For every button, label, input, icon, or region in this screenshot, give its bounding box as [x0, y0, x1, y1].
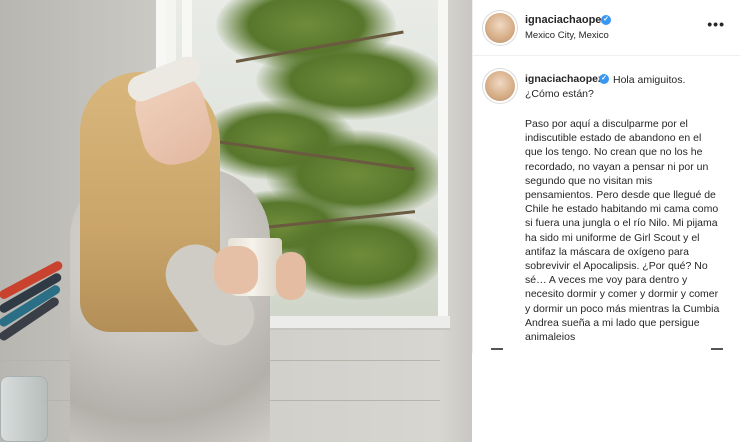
caption-body: Paso por aquí a disculparme por el indis…	[525, 118, 720, 344]
verified-badge-icon: ✓	[599, 74, 609, 84]
author-username[interactable]: ignaciachaopez	[525, 14, 607, 26]
glass-jar	[0, 376, 48, 442]
instagram-post: ignaciachaopez ✓ Mexico City, Mexico •••…	[0, 0, 740, 442]
caption-intro-line1: Hola amiguitos.	[613, 74, 686, 86]
post-photo[interactable]	[0, 0, 472, 442]
caption-intro-line2: ¿Cómo están?	[525, 88, 594, 100]
blank-area	[472, 353, 740, 442]
person-hand	[214, 246, 258, 294]
post-sidebar: ignaciachaopez ✓ Mexico City, Mexico •••…	[472, 0, 740, 353]
post-header: ignaciachaopez ✓ Mexico City, Mexico •••	[473, 0, 740, 56]
post-location[interactable]: Mexico City, Mexico	[525, 30, 609, 41]
knife-block	[0, 259, 70, 356]
verified-badge-icon: ✓	[601, 15, 611, 25]
caption-username[interactable]: ignaciachaopez	[525, 73, 603, 85]
more-options-icon[interactable]: •••	[707, 16, 725, 32]
author-avatar[interactable]	[485, 13, 515, 43]
person-hand	[276, 252, 306, 300]
caption-author-avatar[interactable]	[485, 71, 515, 101]
